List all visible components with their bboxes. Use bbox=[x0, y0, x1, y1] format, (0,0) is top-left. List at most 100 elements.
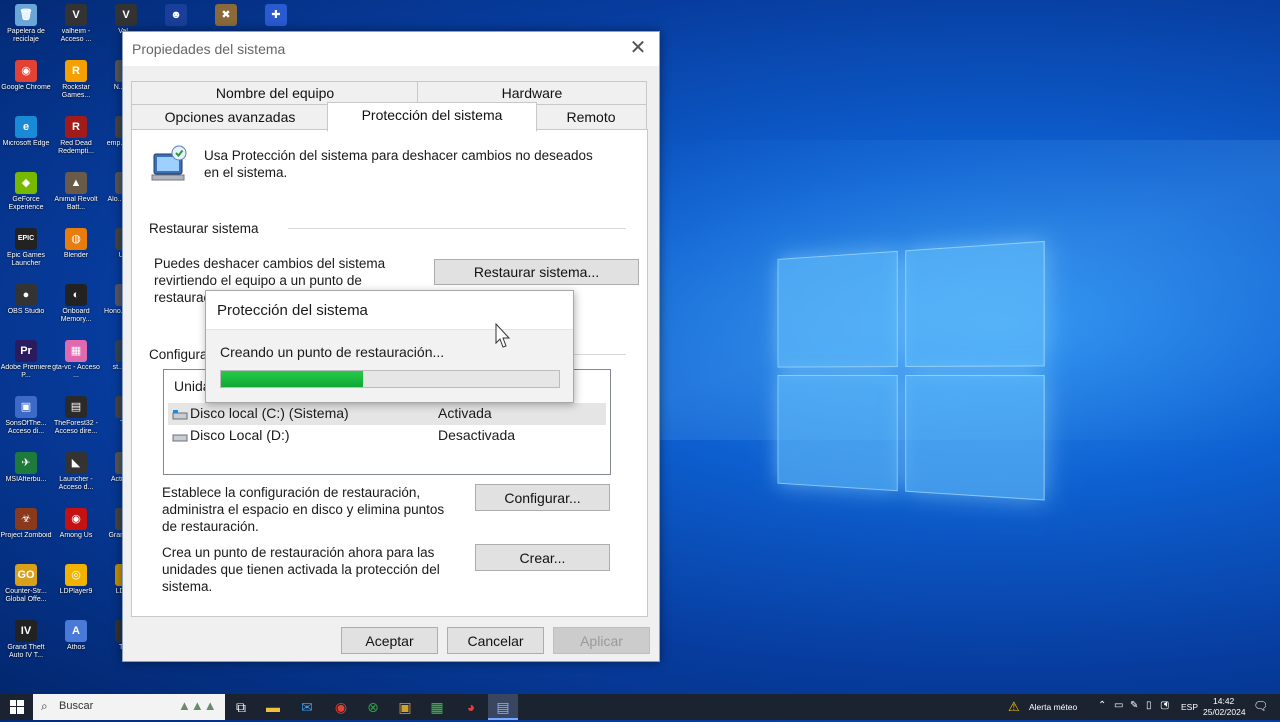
desktop-icon[interactable]: ◉ Among Us bbox=[50, 504, 102, 560]
desktop-icon[interactable]: EPIC Epic Games Launcher bbox=[0, 224, 52, 280]
popup-titlebar[interactable]: Protección del sistema bbox=[206, 291, 573, 330]
desktop-icon[interactable]: ▣ SonsOfThe... Acceso di... bbox=[0, 392, 52, 448]
meet-icon[interactable]: ✎ bbox=[1130, 700, 1138, 711]
tab-opciones-avanzadas[interactable]: Opciones avanzadas bbox=[131, 104, 329, 130]
tray-chevron-icon[interactable]: ⌃ bbox=[1098, 700, 1106, 711]
desktop-icon-label: valheim - Acceso ... bbox=[60, 28, 92, 43]
desktop-icon-label: GeForce Experience bbox=[8, 196, 44, 211]
desktop-app-icon: Pr bbox=[15, 340, 37, 362]
desktop-icon[interactable]: ▤ TheForest32 - Acceso dire... bbox=[50, 392, 102, 448]
game-app-icon[interactable]: ▣ bbox=[390, 694, 420, 720]
power-icon[interactable]: ▯ bbox=[1146, 700, 1152, 711]
desktop-icon[interactable]: ◐ Onboard Memory... bbox=[50, 280, 102, 336]
desktop-icon-label: Google Chrome bbox=[1, 84, 51, 91]
desktop-icon[interactable]: ◆ GeForce Experience bbox=[0, 168, 52, 224]
apply-button[interactable]: Aplicar bbox=[553, 627, 650, 654]
desktop-app-icon: ☣ bbox=[15, 508, 37, 530]
accept-button[interactable]: Aceptar bbox=[341, 627, 438, 654]
desktop-app-icon: GO bbox=[15, 564, 37, 586]
desktop-app-icon: e bbox=[15, 116, 37, 138]
desktop-icon[interactable]: ◍ Blender bbox=[50, 224, 102, 280]
task-view-icon[interactable]: ⧉ bbox=[226, 694, 256, 720]
desktop-app-icon: ◐ bbox=[65, 284, 87, 306]
drive-name: Disco Local (D:) bbox=[190, 427, 290, 443]
desktop-icon[interactable]: ☣ Project Zomboid bbox=[0, 504, 52, 560]
desktop-icon[interactable]: ◉ Google Chrome bbox=[0, 56, 52, 112]
drive-row-d[interactable]: Disco Local (D:) Desactivada bbox=[168, 425, 606, 447]
desktop-app-icon: R bbox=[65, 60, 87, 82]
desktop-icon-label: Rockstar Games... bbox=[61, 84, 91, 99]
desktop-app-icon: R bbox=[65, 116, 87, 138]
language-indicator[interactable]: ESP bbox=[1181, 702, 1198, 712]
windows-logo-wallpaper bbox=[777, 240, 1065, 511]
desktop-icon[interactable]: ● OBS Studio bbox=[0, 280, 52, 336]
desktop-icon[interactable]: ◎ LDPlayer9 bbox=[50, 560, 102, 616]
desktop-icon[interactable]: ▲ Animal Revolt Batt... bbox=[50, 168, 102, 224]
search-placeholder: Buscar bbox=[59, 700, 94, 712]
desktop-icon-label: Microsoft Edge bbox=[2, 140, 50, 147]
search-icon: ⌕ bbox=[41, 699, 48, 713]
desktop-app-icon: IV bbox=[15, 620, 37, 642]
search-decoration-icon: ▲▲▲ bbox=[178, 698, 217, 713]
desktop-icon[interactable]: ◣ Launcher - Acceso d... bbox=[50, 448, 102, 504]
taskbar-search-box[interactable]: ⌕ Buscar ▲▲▲ bbox=[33, 694, 225, 720]
desktop-icon[interactable]: 🗑 Papelera de reciclaje bbox=[0, 0, 52, 56]
minecraft-icon[interactable]: ▦ bbox=[422, 694, 452, 720]
desktop-app-icon: ✚ bbox=[265, 4, 287, 26]
weather-alert-icon[interactable]: ⚠ bbox=[1008, 699, 1020, 715]
desktop-icon-label: Adobe Premiere P... bbox=[0, 364, 52, 379]
chrome-icon[interactable]: ◉ bbox=[326, 694, 356, 720]
desktop-icon-label: gta-vc - Acceso ... bbox=[52, 364, 100, 379]
desktop-app-icon: ◣ bbox=[65, 452, 87, 474]
desktop-icon[interactable]: Pr Adobe Premiere P... bbox=[0, 336, 52, 392]
notifications-icon[interactable]: 🗨︎ bbox=[1253, 699, 1268, 713]
tab-remoto[interactable]: Remoto bbox=[535, 104, 647, 130]
system-properties-taskbar-icon[interactable]: ▤ bbox=[488, 694, 518, 720]
restore-system-button[interactable]: Restaurar sistema... bbox=[434, 259, 639, 285]
desktop-icon[interactable]: IV Grand Theft Auto IV T... bbox=[0, 616, 52, 672]
desktop-icon[interactable]: GO Counter-Str... Global Offe... bbox=[0, 560, 52, 616]
close-icon[interactable]: ✕ bbox=[625, 36, 651, 62]
clock-time[interactable]: 14:42 bbox=[1213, 696, 1234, 706]
mouse-cursor bbox=[495, 322, 511, 354]
network-icon[interactable]: ▭ bbox=[1114, 700, 1123, 711]
configure-button[interactable]: Configurar... bbox=[475, 484, 610, 511]
system-protection-icon bbox=[150, 144, 190, 184]
xbox-icon[interactable]: ⊗ bbox=[358, 694, 388, 720]
desktop-icon-label: Blender bbox=[63, 252, 89, 259]
restore-section-heading: Restaurar sistema bbox=[149, 221, 259, 236]
popup-message: Creando un punto de restauración... bbox=[220, 344, 445, 360]
mail-icon[interactable]: ✉ bbox=[292, 694, 322, 720]
cancel-button[interactable]: Cancelar bbox=[447, 627, 544, 654]
tab-proteccion-sistema[interactable]: Protección del sistema bbox=[327, 102, 537, 132]
file-explorer-icon[interactable]: ▬ bbox=[258, 694, 288, 720]
desktop-app-icon: ▲ bbox=[65, 172, 87, 194]
desktop-icon-label: Epic Games Launcher bbox=[6, 252, 46, 267]
drive-row-c[interactable]: Disco local (C:) (Sistema) Activada bbox=[168, 403, 606, 425]
desktop-app-icon: V bbox=[65, 4, 87, 26]
desktop-icon[interactable]: Vvalheim - Acceso ... bbox=[50, 0, 102, 56]
volume-icon[interactable]: 🔈︎ bbox=[1164, 699, 1170, 710]
desktop-icon[interactable]: R Rockstar Games... bbox=[50, 56, 102, 112]
intro-text-line1: Usa Protección del sistema para deshacer… bbox=[204, 148, 593, 163]
desktop-icon[interactable]: A Athos bbox=[50, 616, 102, 672]
create-desc-line3: sistema. bbox=[162, 579, 213, 594]
clock-date[interactable]: 25/02/2024 bbox=[1203, 707, 1246, 717]
dialog-titlebar[interactable]: Propiedades del sistema ✕ bbox=[123, 32, 659, 66]
desktop-icon[interactable]: R Red Dead Redempti... bbox=[50, 112, 102, 168]
desktop-app-icon: ✈ bbox=[15, 452, 37, 474]
desktop-icon[interactable]: ✈ MSIAfterbu... bbox=[0, 448, 52, 504]
obs-icon[interactable]: ◕ bbox=[456, 694, 486, 720]
create-button[interactable]: Crear... bbox=[475, 544, 610, 571]
desktop-icon-label: MSIAfterbu... bbox=[5, 476, 47, 483]
weather-alert-text[interactable]: Alerta méteo bbox=[1029, 702, 1077, 712]
desktop-icon-label: Athos bbox=[67, 644, 85, 651]
desktop-icon-label: TheForest32 - Acceso dire... bbox=[54, 420, 98, 435]
start-button[interactable] bbox=[2, 694, 32, 720]
desktop-icon[interactable]: ▦ gta-vc - Acceso ... bbox=[50, 336, 102, 392]
desktop-app-icon: ◉ bbox=[15, 60, 37, 82]
desktop-icon-label: Project Zomboid bbox=[0, 532, 52, 539]
drive-status: Desactivada bbox=[438, 427, 516, 443]
configure-desc-line3: de restauración. bbox=[162, 519, 259, 534]
desktop-icon[interactable]: e Microsoft Edge bbox=[0, 112, 52, 168]
